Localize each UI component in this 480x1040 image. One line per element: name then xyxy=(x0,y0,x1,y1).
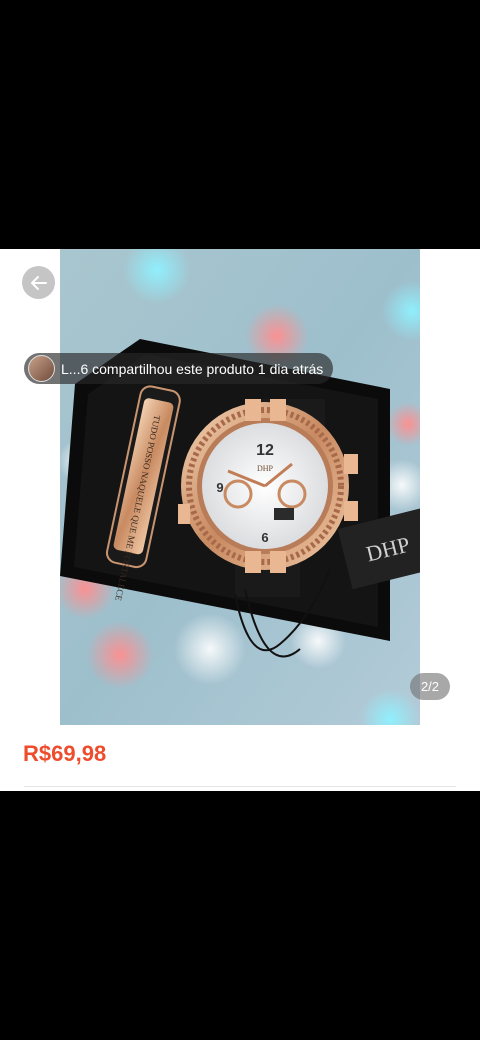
arrow-left-icon xyxy=(30,275,47,290)
product-image[interactable]: TUDO POSSO NAQUELE QUE ME FORTALECE 12 9… xyxy=(60,249,420,725)
svg-text:6: 6 xyxy=(261,530,268,545)
svg-text:12: 12 xyxy=(256,442,274,459)
back-button[interactable] xyxy=(22,266,55,299)
share-notice: L...6 compartilhou este produto 1 dia at… xyxy=(24,353,334,384)
dial-logo: DHP xyxy=(257,464,274,473)
share-notice-text: L...6 compartilhou este produto 1 dia at… xyxy=(61,360,324,377)
top-black-area xyxy=(0,0,480,249)
avatar xyxy=(28,355,55,382)
bottom-black-area xyxy=(0,791,480,1040)
svg-text:9: 9 xyxy=(216,480,223,495)
divider xyxy=(24,786,456,787)
image-page-indicator: 2/2 xyxy=(410,673,450,700)
product-price: R$69,98 xyxy=(23,741,107,766)
